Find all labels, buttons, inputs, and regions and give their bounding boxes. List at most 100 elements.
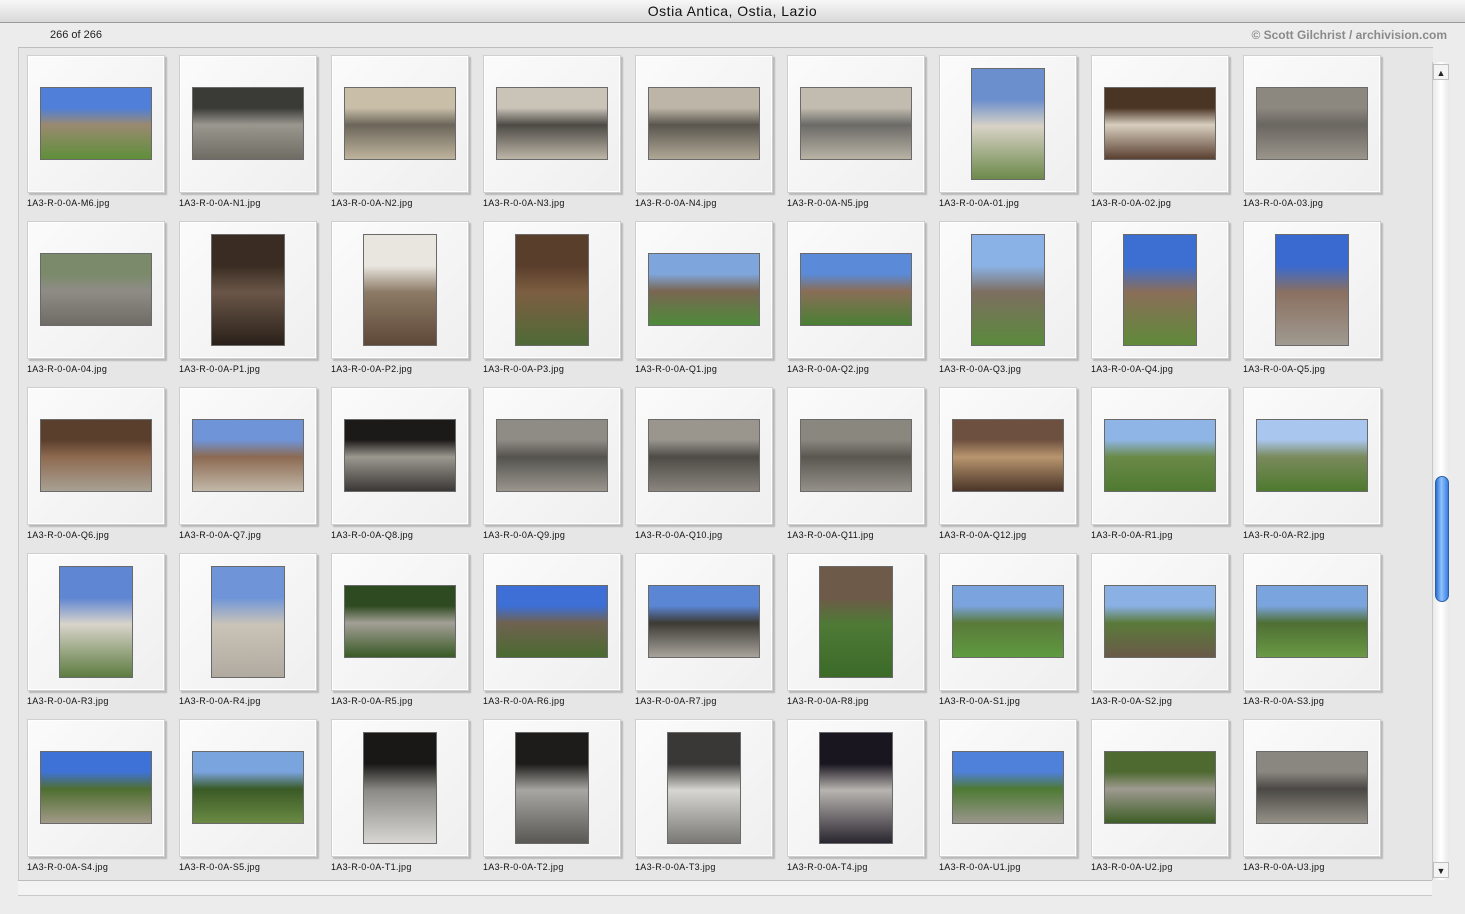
slide-mount[interactable] [27,719,165,857]
slide-mount[interactable] [635,55,773,193]
thumbnail-image[interactable] [40,253,152,326]
thumbnail-item[interactable]: 1A3-R-0-0A-U1.jpg [937,718,1089,881]
thumbnail-item[interactable]: 1A3-R-0-0A-P1.jpg [177,220,329,386]
thumbnail-image[interactable] [800,253,912,326]
thumbnail-image[interactable] [344,419,456,492]
thumbnail-image[interactable] [1104,419,1216,492]
thumbnail-image[interactable] [192,87,304,160]
slide-mount[interactable] [1091,553,1229,691]
thumbnail-image[interactable] [40,751,152,824]
thumbnail-item[interactable]: 1A3-R-0-0A-01.jpg [937,54,1089,220]
slide-mount[interactable] [1091,719,1229,857]
slide-mount[interactable] [787,55,925,193]
slide-mount[interactable] [787,553,925,691]
slide-mount[interactable] [1243,221,1381,359]
thumbnail-image[interactable] [800,419,912,492]
thumbnail-image[interactable] [648,253,760,326]
slide-mount[interactable] [483,387,621,525]
thumbnail-image[interactable] [1123,234,1197,346]
scroll-up-arrow-icon[interactable]: ▲ [1433,64,1449,80]
slide-mount[interactable] [1243,387,1381,525]
thumbnail-image[interactable] [40,87,152,160]
thumbnail-item[interactable]: 1A3-R-0-0A-R6.jpg [481,552,633,718]
thumbnail-item[interactable]: 1A3-R-0-0A-Q10.jpg [633,386,785,552]
thumbnail-item[interactable]: 1A3-R-0-0A-Q3.jpg [937,220,1089,386]
slide-mount[interactable] [1243,553,1381,691]
thumbnail-image[interactable] [1104,87,1216,160]
thumbnail-item[interactable]: 1A3-R-0-0A-Q8.jpg [329,386,481,552]
thumbnail-image[interactable] [515,234,589,346]
slide-mount[interactable] [635,719,773,857]
slide-mount[interactable] [939,221,1077,359]
thumbnail-item[interactable]: 1A3-R-0-0A-N4.jpg [633,54,785,220]
slide-mount[interactable] [331,221,469,359]
thumbnail-image[interactable] [344,585,456,658]
slide-mount[interactable] [27,55,165,193]
thumbnail-item[interactable]: 1A3-R-0-0A-Q11.jpg [785,386,937,552]
slide-mount[interactable] [1091,55,1229,193]
scroll-down-arrow-icon[interactable]: ▼ [1433,862,1449,878]
slide-mount[interactable] [331,553,469,691]
thumbnail-item[interactable]: 1A3-R-0-0A-Q5.jpg [1241,220,1393,386]
thumbnail-image[interactable] [363,234,437,346]
thumbnail-item[interactable]: 1A3-R-0-0A-T1.jpg [329,718,481,881]
scrollbar-thumb[interactable] [1435,476,1449,602]
thumbnail-item[interactable]: 1A3-R-0-0A-N1.jpg [177,54,329,220]
slide-mount[interactable] [179,221,317,359]
thumbnail-item[interactable]: 1A3-R-0-0A-R1.jpg [1089,386,1241,552]
slide-mount[interactable] [483,719,621,857]
thumbnail-image[interactable] [515,732,589,844]
thumbnail-image[interactable] [211,566,285,678]
thumbnail-item[interactable]: 1A3-R-0-0A-T3.jpg [633,718,785,881]
thumbnail-image[interactable] [952,419,1064,492]
thumbnail-item[interactable]: 1A3-R-0-0A-R7.jpg [633,552,785,718]
slide-mount[interactable] [939,553,1077,691]
thumbnail-image[interactable] [496,87,608,160]
slide-mount[interactable] [1091,221,1229,359]
slide-mount[interactable] [635,221,773,359]
thumbnail-item[interactable]: 1A3-R-0-0A-U2.jpg [1089,718,1241,881]
thumbnail-image[interactable] [40,419,152,492]
thumbnail-item[interactable]: 1A3-R-0-0A-Q12.jpg [937,386,1089,552]
slide-mount[interactable] [635,387,773,525]
slide-mount[interactable] [27,387,165,525]
thumbnail-item[interactable]: 1A3-R-0-0A-02.jpg [1089,54,1241,220]
slide-mount[interactable] [179,387,317,525]
slide-mount[interactable] [1243,55,1381,193]
thumbnail-item[interactable]: 1A3-R-0-0A-N5.jpg [785,54,937,220]
thumbnail-item[interactable]: 1A3-R-0-0A-R2.jpg [1241,386,1393,552]
thumbnail-item[interactable]: 1A3-R-0-0A-04.jpg [25,220,177,386]
thumbnail-item[interactable]: 1A3-R-0-0A-U3.jpg [1241,718,1393,881]
thumbnail-item[interactable]: 1A3-R-0-0A-R3.jpg [25,552,177,718]
thumbnail-image[interactable] [1275,234,1349,346]
slide-mount[interactable] [939,55,1077,193]
thumbnail-image[interactable] [496,585,608,658]
slide-mount[interactable] [787,221,925,359]
thumbnail-item[interactable]: 1A3-R-0-0A-T4.jpg [785,718,937,881]
thumbnail-image[interactable] [1104,751,1216,824]
slide-mount[interactable] [331,387,469,525]
thumbnail-item[interactable]: 1A3-R-0-0A-Q9.jpg [481,386,633,552]
thumbnail-image[interactable] [1256,751,1368,824]
slide-mount[interactable] [331,55,469,193]
vertical-scrollbar[interactable]: ▲ ▼ [1432,62,1449,880]
thumbnail-item[interactable]: 1A3-R-0-0A-P2.jpg [329,220,481,386]
slide-mount[interactable] [27,221,165,359]
thumbnail-item[interactable]: 1A3-R-0-0A-R5.jpg [329,552,481,718]
thumbnail-image[interactable] [344,87,456,160]
thumbnail-image[interactable] [211,234,285,346]
thumbnail-item[interactable]: 1A3-R-0-0A-Q7.jpg [177,386,329,552]
slide-mount[interactable] [483,221,621,359]
thumbnail-image[interactable] [800,87,912,160]
thumbnail-item[interactable]: 1A3-R-0-0A-S1.jpg [937,552,1089,718]
thumbnail-image[interactable] [648,585,760,658]
slide-mount[interactable] [635,553,773,691]
slide-mount[interactable] [483,553,621,691]
slide-mount[interactable] [939,719,1077,857]
thumbnail-image[interactable] [819,732,893,844]
thumbnail-image[interactable] [648,419,760,492]
slide-mount[interactable] [179,553,317,691]
thumbnail-item[interactable]: 1A3-R-0-0A-P3.jpg [481,220,633,386]
thumbnail-image[interactable] [1104,585,1216,658]
thumbnail-item[interactable]: 1A3-R-0-0A-Q4.jpg [1089,220,1241,386]
